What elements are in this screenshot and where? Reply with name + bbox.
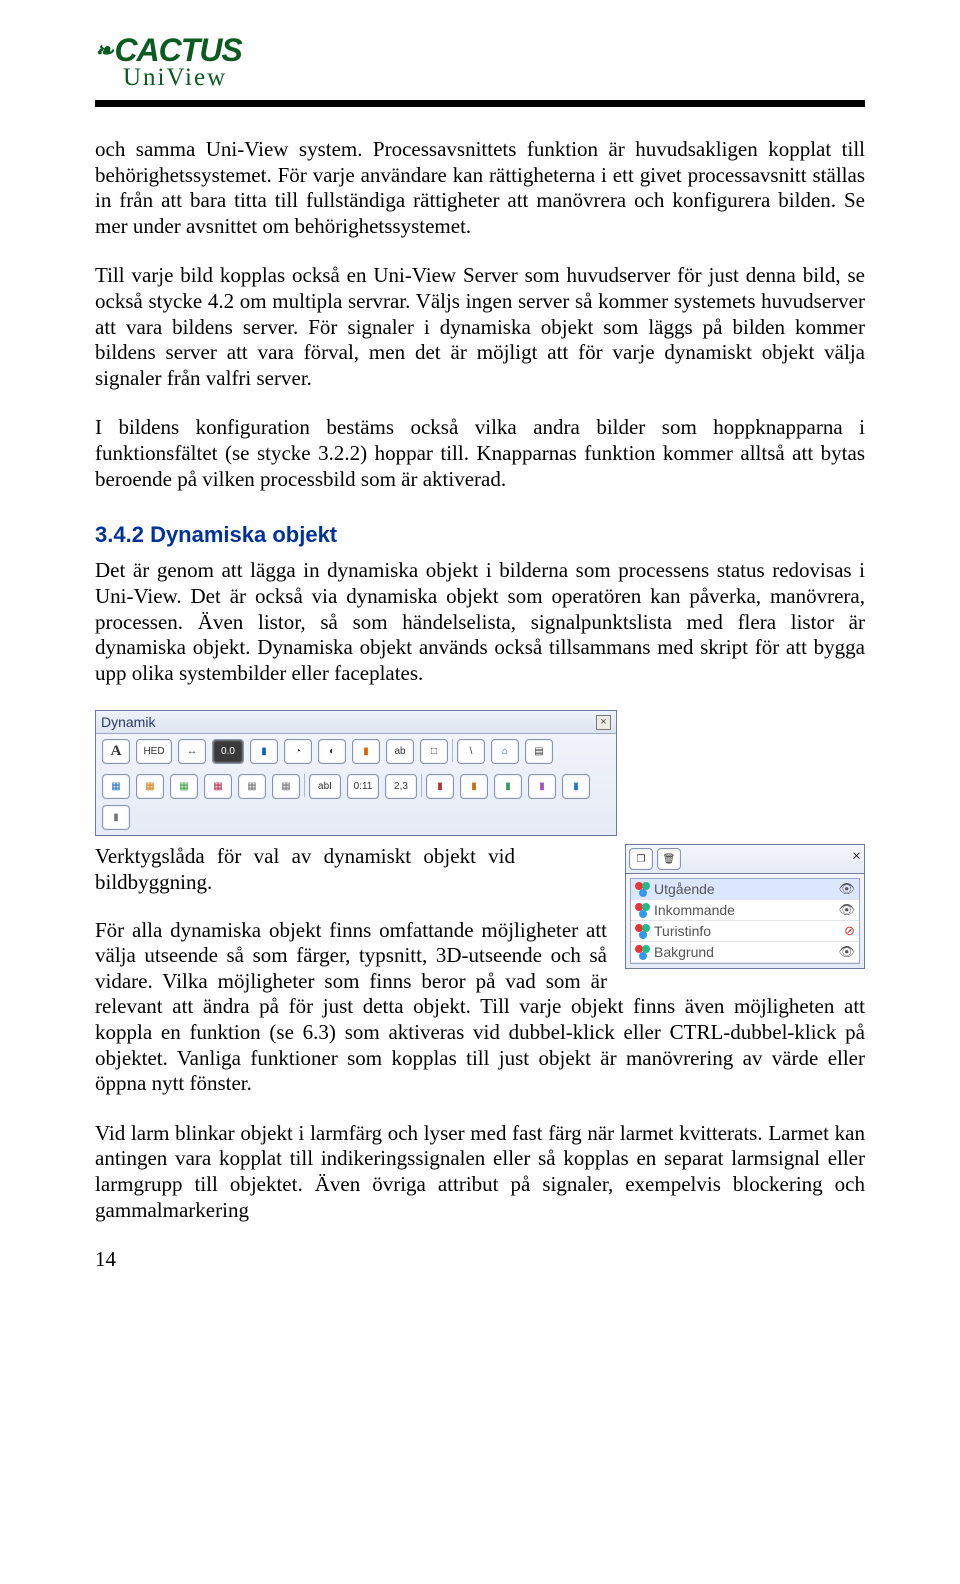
layer-label: Bakgrund: [654, 944, 714, 960]
tool-misc5[interactable]: ▮: [562, 774, 590, 799]
tool-chart-icon[interactable]: ⌂: [491, 739, 519, 764]
paragraph-6: Vid larm blinkar objekt i larmfärg och l…: [95, 1121, 865, 1223]
visibility-icon[interactable]: 👁: [838, 902, 855, 918]
tool-gauge-icon[interactable]: ◐: [318, 739, 346, 764]
toolbar-separator: [452, 739, 453, 762]
layer-row[interactable]: Utgående 👁: [631, 879, 859, 900]
section-title: Dynamiska objekt: [150, 522, 337, 547]
tool-text[interactable]: A: [102, 739, 130, 764]
tool-input-number[interactable]: 2,3: [385, 774, 417, 799]
tool-grid1[interactable]: ▦: [102, 774, 130, 799]
rgb-icon: [635, 945, 650, 960]
tool-grid2[interactable]: ▦: [136, 774, 164, 799]
toolbox-caption: Verktygslåda för val av dynamiskt objekt…: [95, 844, 515, 895]
layers-close-icon[interactable]: ×: [852, 848, 861, 870]
tool-slider[interactable]: ↔: [178, 739, 206, 764]
section-heading: 3.4.2 Dynamiska objekt: [95, 522, 865, 548]
paragraph-3: I bildens konfiguration bestäms också vi…: [95, 415, 865, 492]
tool-misc4[interactable]: ▮: [528, 774, 556, 799]
tool-input-text[interactable]: abI: [309, 774, 341, 799]
dynamik-row-1: A HED ↔ 0.0 ▮ ◔ ◐ ▮ ab □ \ ⌂ ▤: [96, 734, 616, 769]
paragraph-4: Det är genom att lägga in dynamiska obje…: [95, 558, 865, 686]
tool-bargraph[interactable]: ▮: [250, 739, 278, 764]
visibility-icon[interactable]: 👁: [838, 944, 855, 960]
toolbar-separator-2: [304, 774, 305, 797]
tool-thermometer-icon[interactable]: ▮: [352, 739, 380, 764]
header-divider: [95, 100, 865, 107]
paragraph-2: Till varje bild kopplas också en Uni-Vie…: [95, 263, 865, 391]
tool-grid3[interactable]: ▦: [170, 774, 198, 799]
toolbar-separator-3: [421, 774, 422, 797]
tool-clipboard-icon[interactable]: ▤: [525, 739, 553, 764]
tool-textbox[interactable]: ab: [386, 739, 414, 764]
dynamik-row-2: ▦ ▦ ▦ ▦ ▦ ▦ abI 0:11 2,3 ▮ ▮ ▮ ▮ ▮ ▮: [96, 769, 616, 835]
tool-misc2[interactable]: ▮: [460, 774, 488, 799]
layers-panel: ❐ 🗑 × Utgående 👁: [625, 844, 865, 969]
rgb-icon: [635, 903, 650, 918]
tool-grid4[interactable]: ▦: [204, 774, 232, 799]
brand-block: ❧ CACTUS UniView: [95, 32, 865, 92]
tool-grid5[interactable]: ▦: [238, 774, 266, 799]
tool-grid6[interactable]: ▦: [272, 774, 300, 799]
dynamik-title-text: Dynamik: [101, 714, 155, 730]
tool-selectionbox[interactable]: □: [420, 739, 448, 764]
tool-hed[interactable]: HED: [136, 739, 172, 764]
leaf-icon: ❧: [95, 38, 112, 64]
section-number: 3.4.2: [95, 522, 144, 547]
tool-misc3[interactable]: ▮: [494, 774, 522, 799]
tool-input-time[interactable]: 0:11: [347, 774, 379, 799]
page-number: 14: [95, 1247, 865, 1272]
paragraph-1: och samma Uni-View system. Processavsnit…: [95, 137, 865, 239]
layers-copy-icon[interactable]: ❐: [629, 848, 653, 870]
close-icon[interactable]: ×: [596, 715, 611, 730]
tool-misc1[interactable]: ▮: [426, 774, 454, 799]
visibility-off-icon[interactable]: ⊘: [844, 923, 855, 939]
layer-label: Inkommande: [654, 902, 735, 918]
tool-numeric[interactable]: 0.0: [212, 739, 244, 764]
rgb-icon: [635, 924, 650, 939]
rgb-icon: [635, 882, 650, 897]
tool-clock-icon[interactable]: ◔: [284, 739, 312, 764]
layer-label: Turistinfo: [654, 923, 711, 939]
layer-label: Utgående: [654, 881, 715, 897]
visibility-icon[interactable]: 👁: [838, 881, 855, 897]
dynamik-titlebar: Dynamik ×: [96, 711, 616, 734]
dynamik-toolbox: Dynamik × A HED ↔ 0.0 ▮ ◔ ◐ ▮ ab □ \ ⌂ ▤…: [95, 710, 617, 836]
layer-row[interactable]: Bakgrund 👁: [631, 942, 859, 963]
layers-list: Utgående 👁 Inkommande 👁: [630, 878, 860, 964]
layers-delete-icon[interactable]: 🗑: [657, 848, 681, 870]
layer-row[interactable]: Turistinfo ⊘: [631, 921, 859, 942]
layer-row[interactable]: Inkommande 👁: [631, 900, 859, 921]
tool-line[interactable]: \: [457, 739, 485, 764]
tool-misc6[interactable]: ▮: [102, 805, 130, 830]
